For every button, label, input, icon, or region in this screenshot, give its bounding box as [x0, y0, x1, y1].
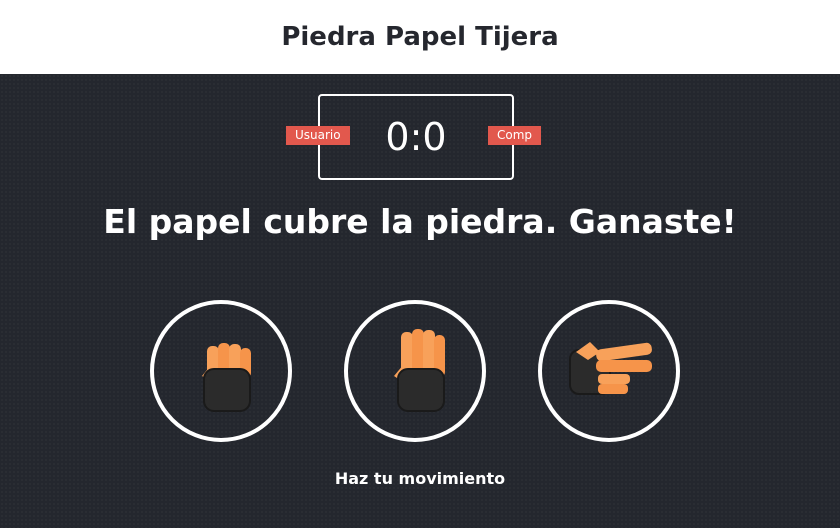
- result-message: El papel cubre la piedra. Ganaste!: [103, 202, 737, 241]
- rock-hand-icon: [202, 343, 251, 412]
- page-title: Piedra Papel Tijera: [281, 22, 559, 52]
- move-prompt: Haz tu movimiento: [334, 469, 506, 488]
- game-area: 0:0 Usuario Comp El papel cubre la piedr…: [0, 74, 840, 528]
- scissors-button[interactable]: [538, 300, 680, 442]
- rock-button[interactable]: [150, 300, 292, 442]
- comp-badge: Comp: [488, 126, 542, 145]
- user-badge: Usuario: [286, 126, 350, 145]
- paper-button[interactable]: [344, 300, 486, 442]
- app-header: Piedra Papel Tijera: [0, 0, 840, 74]
- scissors-hand-icon: [569, 342, 652, 395]
- paper-hand-icon: [394, 329, 445, 412]
